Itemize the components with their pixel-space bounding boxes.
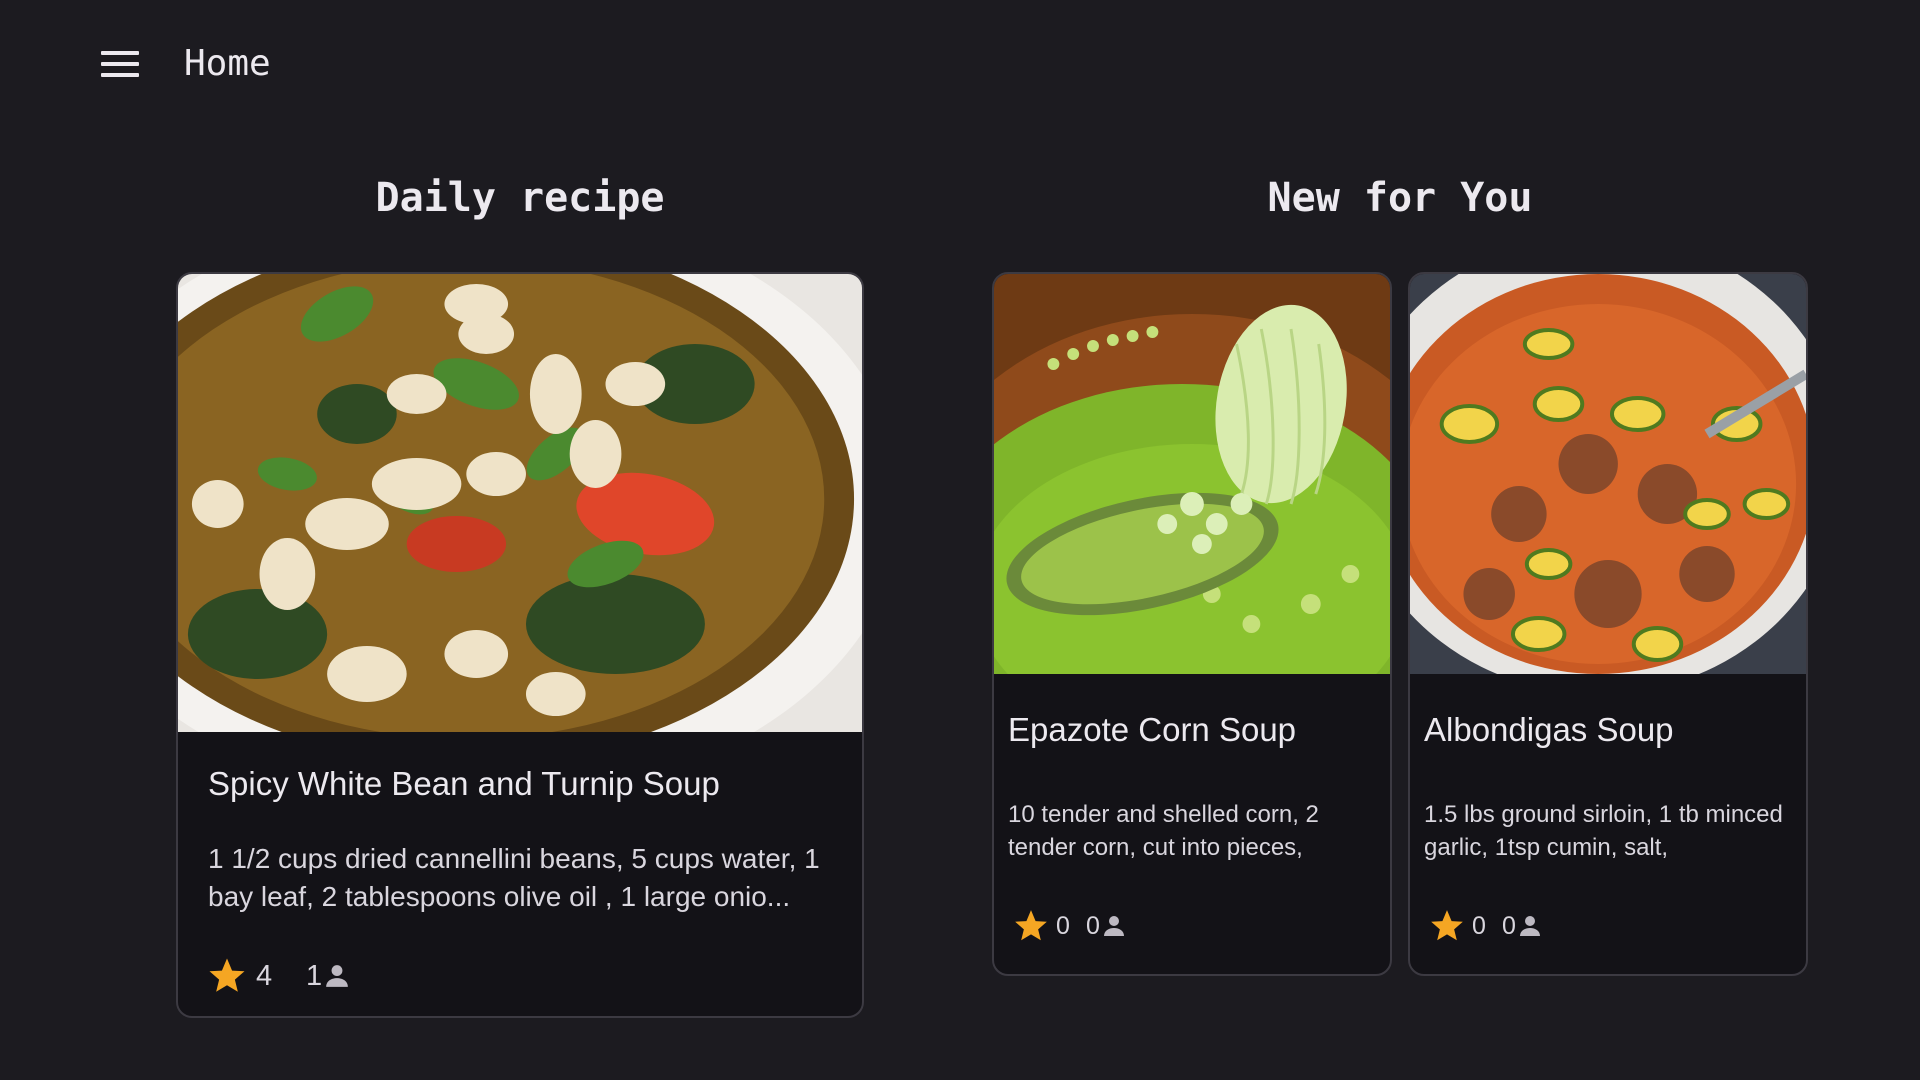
person-icon: [1103, 916, 1124, 936]
recipe-description: 1.5 lbs ground sirloin, 1 tb minced garl…: [1424, 801, 1783, 861]
section-title-new-for-you: New for You: [1267, 175, 1533, 221]
page-title: Home: [184, 43, 271, 84]
recipe-meta: 0 0: [1428, 904, 1542, 948]
daily-recipe-card[interactable]: Spicy White Bean and Turnip Soup 1 1/2 c…: [176, 272, 864, 1018]
person-icon: [1519, 916, 1540, 936]
recipe-meta: 0 0: [1012, 904, 1126, 948]
recipe-name: Spicy White Bean and Turnip Soup: [208, 765, 720, 802]
reviewer-count: 1: [306, 959, 323, 992]
section-title-daily-recipe: Daily recipe: [375, 175, 665, 221]
recipe-name: Epazote Corn Soup: [1008, 711, 1297, 748]
recipe-description: 10 tender and shelled corn, 2 tender cor…: [1008, 801, 1319, 861]
top-app-bar: Home: [0, 0, 1920, 128]
reviewer-count: 0: [1502, 911, 1516, 940]
reviewer-count: 0: [1086, 911, 1100, 940]
star-icon: [1431, 910, 1463, 941]
rating-value: 4: [256, 959, 273, 992]
person-icon: [326, 965, 348, 987]
recipe-meta: 4 1: [206, 954, 350, 998]
hamburger-menu-icon: [101, 51, 139, 77]
recipe-photo: [178, 274, 862, 732]
recipe-card-albondigas-soup[interactable]: Albondigas Soup 1.5 lbs ground sirloin, …: [1408, 272, 1808, 976]
recipe-description: 1 1/2 cups dried cannellini beans, 5 cup…: [208, 843, 820, 912]
rating-value: 0: [1056, 911, 1070, 940]
recipe-card-epazote-corn-soup[interactable]: Epazote Corn Soup 10 tender and shelled …: [992, 272, 1392, 976]
recipe-photo: [1410, 274, 1806, 674]
menu-button[interactable]: [88, 40, 152, 88]
recipe-photo: [994, 274, 1390, 674]
star-icon: [209, 958, 245, 992]
star-icon: [1015, 910, 1047, 941]
rating-value: 0: [1472, 911, 1486, 940]
recipe-name: Albondigas Soup: [1424, 711, 1674, 748]
